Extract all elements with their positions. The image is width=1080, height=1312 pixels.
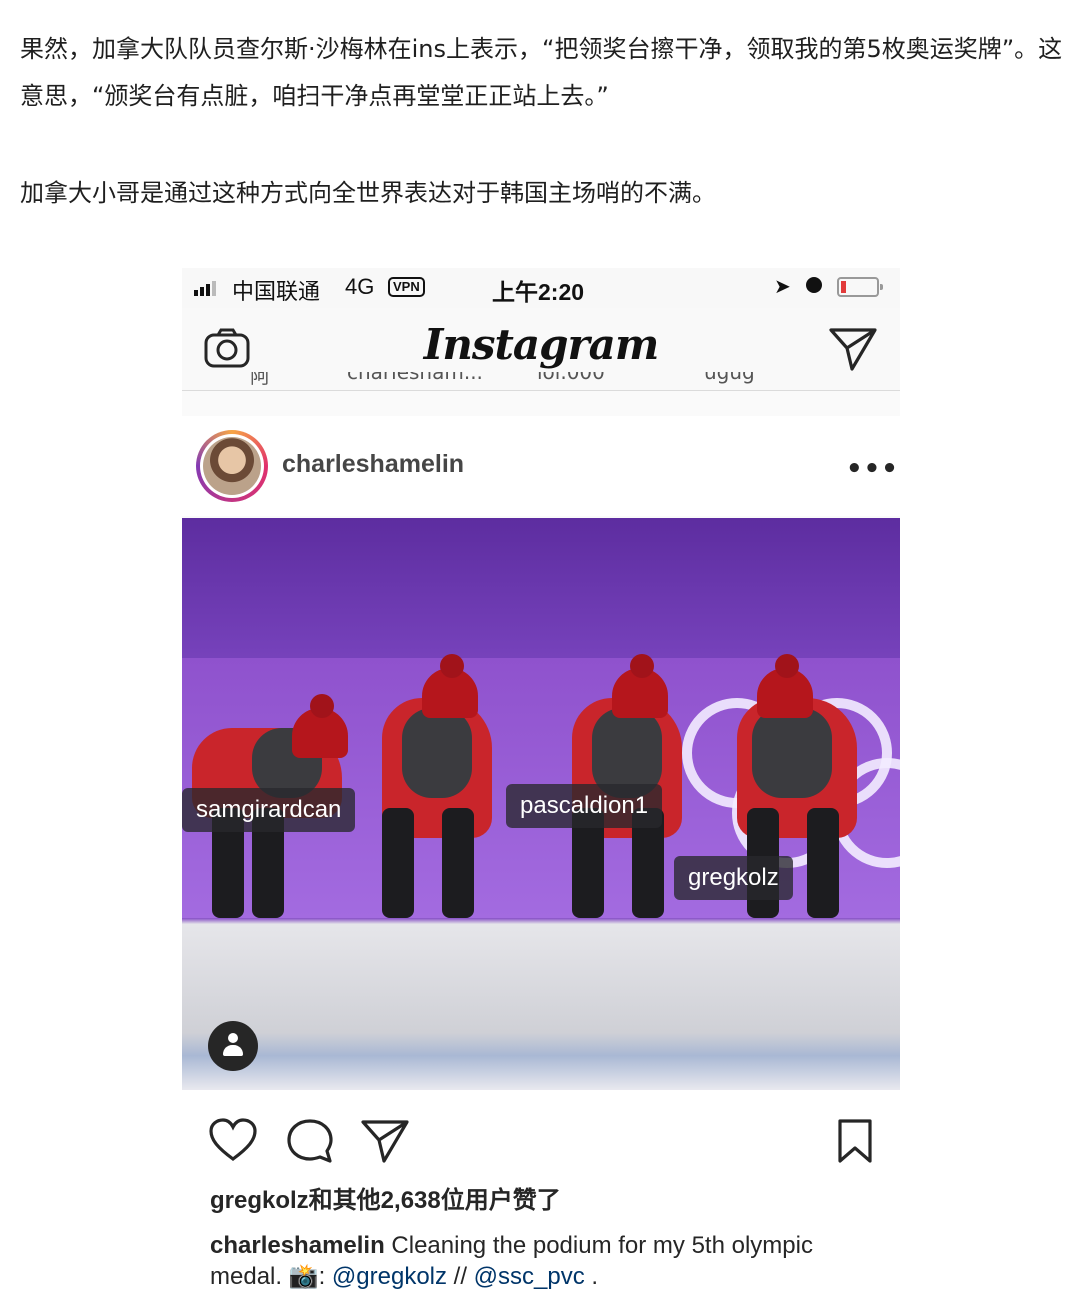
post-actions <box>182 1090 900 1180</box>
instagram-logo[interactable]: Instagram <box>182 320 900 369</box>
status-bar: 中国联通 4G VPN 上午2:20 ➤ <box>182 268 900 308</box>
post-header: charleshamelin ••• <box>182 416 900 516</box>
story-label: 阿 <box>250 372 270 388</box>
article-paragraph-2: 加拿大小哥是通过这种方式向全世界表达对于韩国主场哨的不满。 <box>20 179 716 207</box>
heart-icon[interactable] <box>208 1118 258 1162</box>
network-type: 4G <box>345 274 375 299</box>
share-icon[interactable] <box>360 1118 410 1164</box>
instagram-screenshot: 中国联通 4G VPN 上午2:20 ➤ Instagram 阿 charles… <box>182 268 900 1312</box>
article-paragraph-1: 果然，加拿大队队员查尔斯·沙梅林在ins上表示，“把领奖台擦干净，领取我的第5枚… <box>20 35 1063 110</box>
mention-link[interactable]: @ssc_pvc <box>474 1263 585 1290</box>
post-username[interactable]: charleshamelin <box>282 450 464 479</box>
more-options-icon[interactable]: ••• <box>846 454 899 484</box>
comment-icon[interactable] <box>286 1118 334 1164</box>
story-label: charlesham... <box>347 372 483 384</box>
status-time: 上午2:20 <box>492 279 585 305</box>
mention-link[interactable]: @gregkolz <box>332 1263 447 1290</box>
alarm-icon <box>806 277 822 293</box>
likes-count[interactable]: gregkolz和其他2,638位用户赞了 <box>210 1180 561 1215</box>
signal-icon <box>194 281 216 296</box>
paper-plane-icon[interactable] <box>828 326 878 372</box>
story-label: ugug <box>704 372 755 384</box>
photo-tag[interactable]: gregkolz <box>674 856 793 900</box>
bookmark-icon[interactable] <box>837 1118 873 1164</box>
caption-separator: // <box>447 1263 474 1290</box>
carrier-name: 中国联通 <box>232 279 321 304</box>
photo-tag[interactable]: pascaldion1 <box>506 784 663 828</box>
vpn-badge: VPN <box>388 277 425 297</box>
stories-strip[interactable]: 阿 charlesham... lol.000 ugug <box>182 372 900 412</box>
battery-low-icon <box>837 277 883 297</box>
photo-tag[interactable]: samgirardcan <box>182 788 356 832</box>
avatar[interactable] <box>196 430 268 502</box>
post-photo[interactable]: samgirardcan pascaldion1 gregkolz <box>182 518 900 1090</box>
caption-username[interactable]: charleshamelin <box>210 1232 385 1259</box>
post-caption: charleshamelin Cleaning the podium for m… <box>210 1230 860 1292</box>
caption-end: . <box>584 1263 599 1290</box>
location-arrow-icon: ➤ <box>774 276 791 298</box>
story-label: lol.000 <box>537 372 605 384</box>
user-tag-icon[interactable] <box>208 1021 258 1071</box>
